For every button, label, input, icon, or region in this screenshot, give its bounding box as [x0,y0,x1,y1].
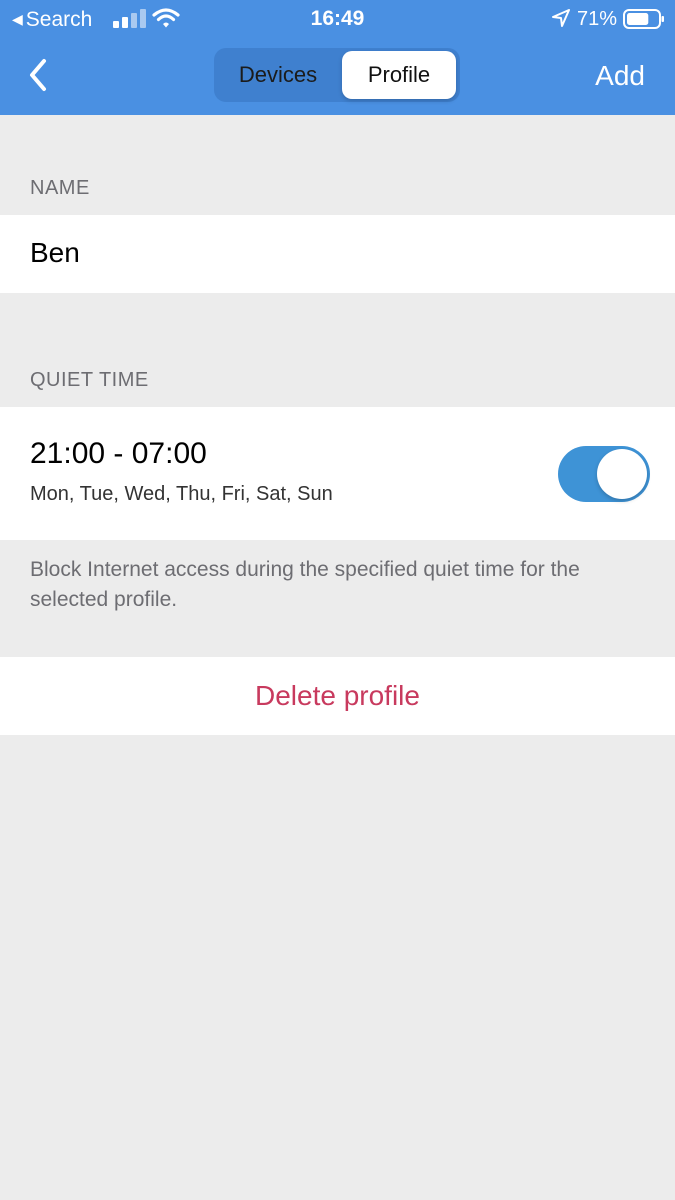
quiet-time-days: Mon, Tue, Wed, Thu, Fri, Sat, Sun [30,483,333,505]
profile-name-value: Ben [30,237,80,268]
delete-profile-label: Delete profile [255,680,420,711]
name-section-header: NAME [30,177,90,199]
name-cell[interactable]: Ben [0,215,675,293]
quiet-time-section-header: QUIET TIME [30,369,149,391]
quiet-time-cell[interactable]: 21:00 - 07:00 Mon, Tue, Wed, Thu, Fri, S… [0,407,675,540]
app-header: ◀ Search 16:49 71% Devices Profile Add [0,0,675,115]
battery-percent: 71% [577,8,618,30]
toggle-knob [597,449,647,499]
back-button[interactable] [22,55,56,95]
add-button[interactable]: Add [595,58,645,94]
tab-profile[interactable]: Profile [342,51,456,99]
quiet-time-footer-note: Block Internet access during the specifi… [30,558,580,611]
delete-profile-button[interactable]: Delete profile [0,657,675,735]
status-time: 16:49 [310,7,365,30]
quiet-time-range: 21:00 - 07:00 [30,437,207,470]
location-icon [552,9,570,27]
status-bar: ◀ Search 16:49 71% [0,0,675,38]
tab-devices[interactable]: Devices [218,51,338,99]
battery-icon [623,9,664,29]
quiet-time-toggle[interactable] [558,446,650,502]
segmented-control: Devices Profile [214,48,460,102]
